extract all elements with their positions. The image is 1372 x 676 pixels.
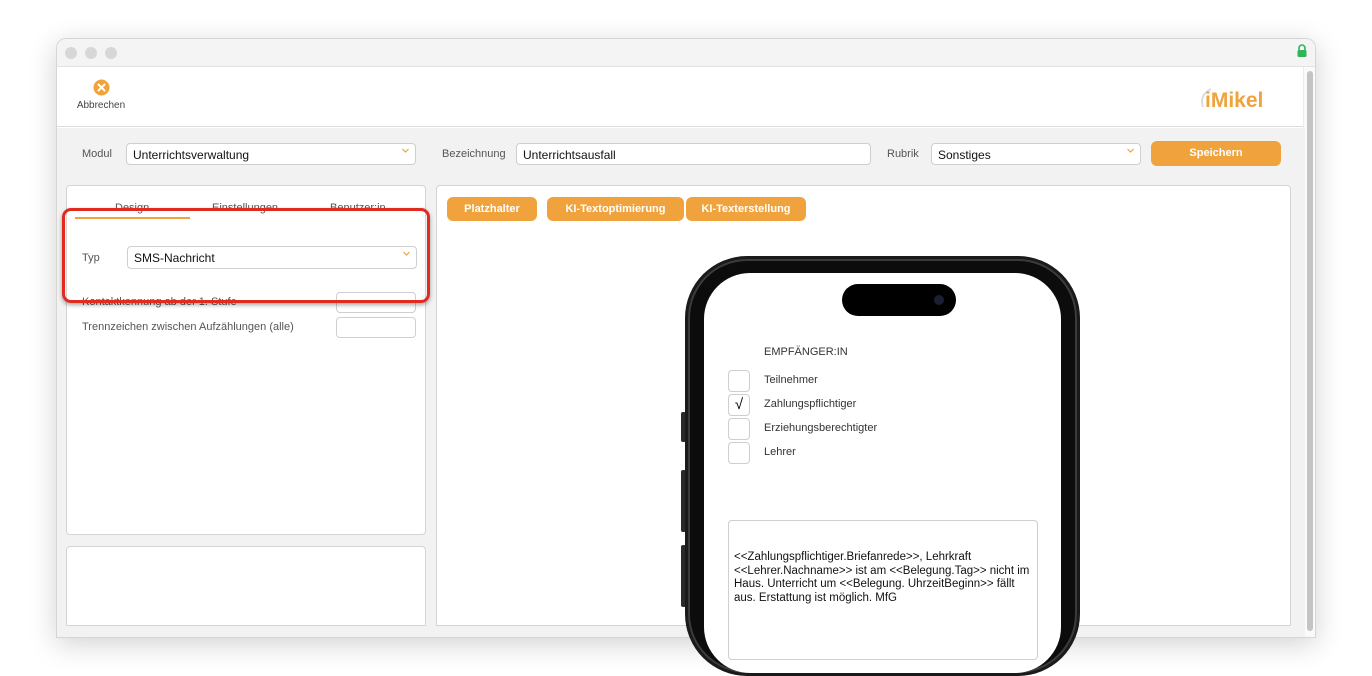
platzhalter-button[interactable]: Platzhalter [447, 197, 537, 221]
annotation-highlight [62, 208, 430, 303]
modul-value: Unterrichtsverwaltung [133, 148, 250, 162]
cancel-label: Abbrechen [76, 100, 126, 111]
message-textarea[interactable]: <<Zahlungspflichtiger.Briefanrede>>, Leh… [728, 520, 1038, 660]
bezeichnung-value: Unterrichtsausfall [523, 148, 616, 162]
recipient-checkbox[interactable] [728, 370, 750, 392]
svg-text:iMikel: iMikel [1205, 89, 1263, 112]
zoom-window-button[interactable] [105, 47, 117, 59]
recipient-checkbox-checked[interactable]: √ [728, 394, 750, 416]
modul-label: Modul [82, 148, 112, 160]
phone-frame: EMPFÄNGER:IN Teilnehmer √ Zahlungspflich… [685, 256, 1080, 676]
rubrik-value: Sonstiges [938, 148, 991, 162]
chevron-down-icon [1127, 148, 1134, 153]
chevron-down-icon [402, 148, 409, 153]
scrollbar-thumb[interactable] [1307, 71, 1313, 631]
lock-icon [1297, 44, 1307, 57]
trenn-label: Trennzeichen zwischen Aufzählungen (alle… [82, 321, 294, 333]
close-window-button[interactable] [65, 47, 77, 59]
recipients-title: EMPFÄNGER:IN [764, 346, 848, 358]
recipient-label: Erziehungsberechtigter [764, 422, 878, 434]
recipient-label: Lehrer [764, 446, 796, 458]
rubrik-select[interactable]: Sonstiges [931, 143, 1141, 165]
recipient-checkbox[interactable] [728, 442, 750, 464]
ki-texterstellung-button[interactable]: KI-Texterstellung [686, 197, 806, 221]
minimize-window-button[interactable] [85, 47, 97, 59]
camera-icon [934, 295, 944, 305]
title-bar [57, 39, 1315, 67]
ki-textoptimierung-button[interactable]: KI-Textoptimierung [547, 197, 684, 221]
rubrik-label: Rubrik [887, 148, 919, 160]
toolbar: Abbrechen iMikel [57, 67, 1305, 127]
message-text: <<Zahlungspflichtiger.Briefanrede>>, Leh… [734, 551, 1030, 604]
save-button[interactable]: Speichern [1151, 141, 1281, 166]
cancel-icon [93, 79, 109, 96]
dynamic-island [842, 284, 956, 316]
trenn-input[interactable] [336, 317, 416, 338]
imikel-logo: iMikel [1201, 88, 1263, 112]
bezeichnung-input[interactable]: Unterrichtsausfall [516, 143, 871, 165]
recipient-checkbox[interactable] [728, 418, 750, 440]
secondary-panel [66, 546, 426, 626]
recipient-label: Teilnehmer [764, 374, 818, 386]
recipient-label: Zahlungspflichtiger [764, 398, 857, 410]
phone-screen: EMPFÄNGER:IN Teilnehmer √ Zahlungspflich… [704, 273, 1061, 673]
bezeichnung-label: Bezeichnung [442, 148, 506, 160]
cancel-button[interactable]: Abbrechen [69, 79, 133, 119]
modul-select[interactable]: Unterrichtsverwaltung [126, 143, 416, 165]
